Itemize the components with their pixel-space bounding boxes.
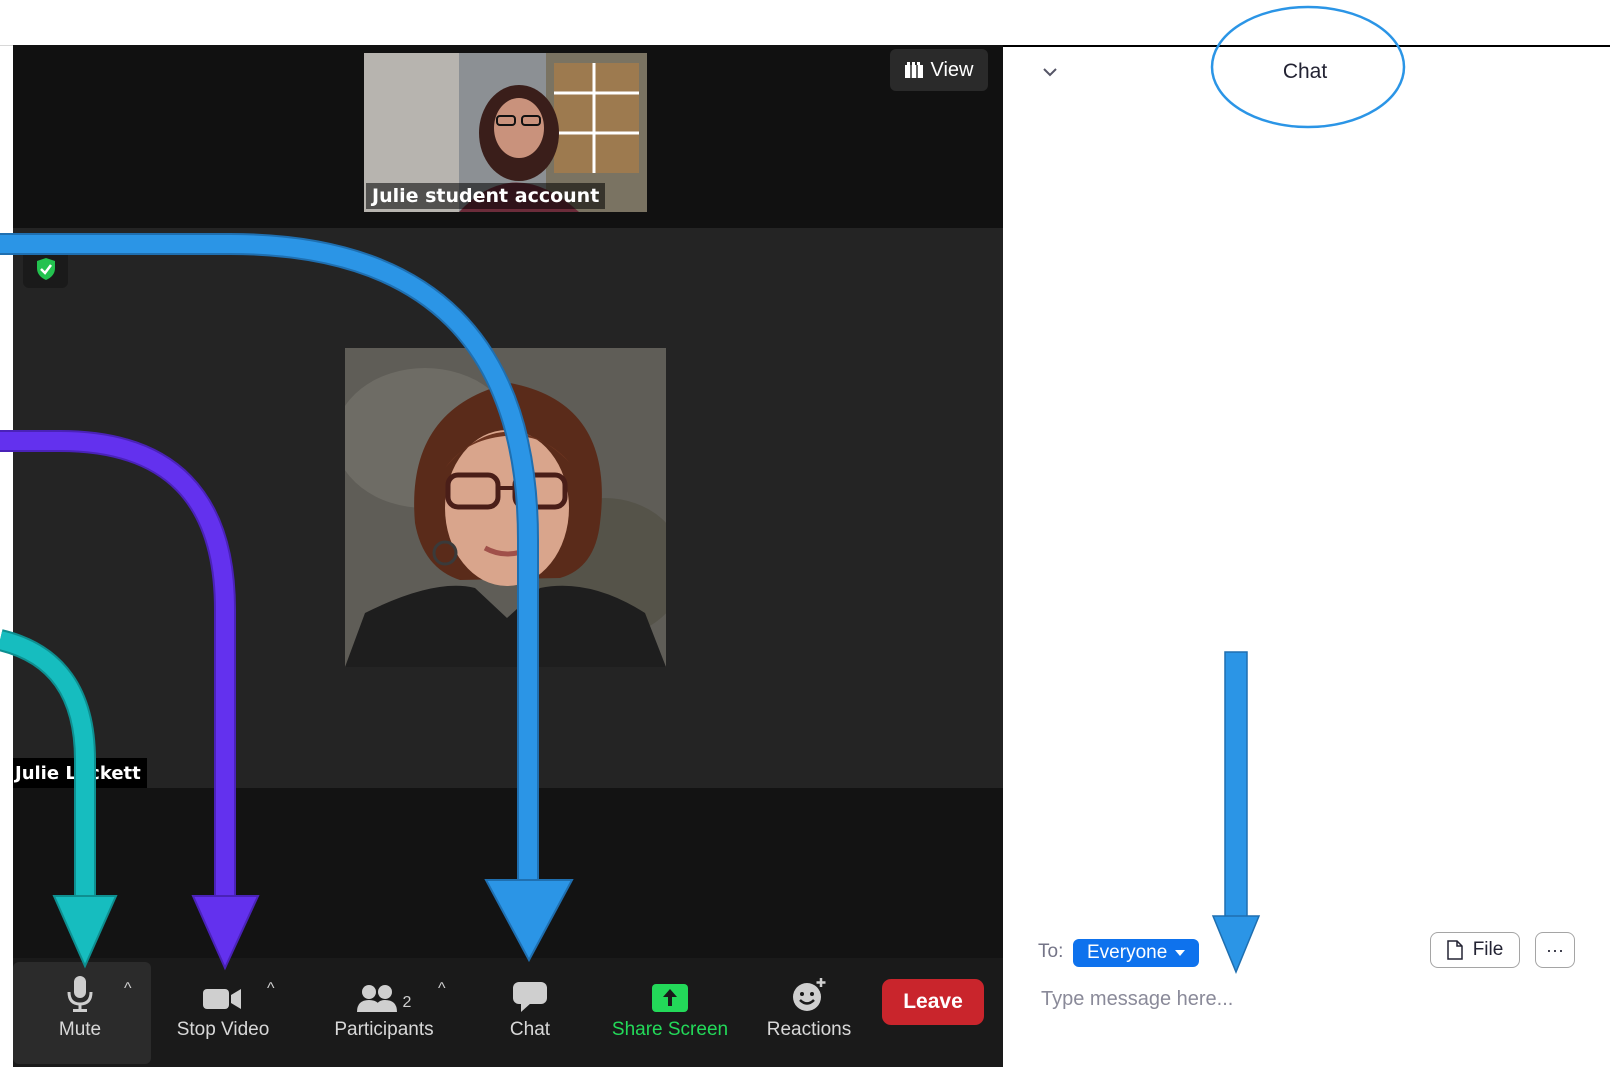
active-speaker-video[interactable]	[345, 348, 666, 667]
chevron-down-icon[interactable]	[1040, 60, 1060, 84]
share-screen-icon	[652, 984, 688, 1012]
reactions-button[interactable]: Reactions	[758, 962, 860, 1064]
leave-button[interactable]: Leave	[882, 979, 984, 1025]
mute-button[interactable]: Mute	[48, 962, 112, 1064]
leave-label: Leave	[903, 990, 963, 1013]
more-options-button[interactable]: ···	[1535, 932, 1575, 968]
to-label: To:	[1038, 941, 1064, 962]
share-screen-button[interactable]: Share Screen	[604, 962, 736, 1064]
file-button[interactable]: File	[1430, 932, 1520, 968]
recipient-dropdown[interactable]: Everyone	[1073, 939, 1200, 967]
encryption-badge[interactable]	[23, 250, 68, 288]
chat-bubble-icon	[513, 982, 547, 1012]
participants-button[interactable]: 2 Participants	[326, 962, 442, 1064]
file-icon	[1446, 940, 1463, 960]
video-bottom-band	[13, 788, 1003, 958]
reactions-label: Reactions	[766, 1019, 852, 1040]
chat-panel	[1003, 45, 1610, 1069]
speaker-name-label: Julie Lockett	[13, 758, 147, 788]
participants-options-chevron-icon[interactable]: ^	[438, 980, 446, 998]
chat-panel-title: Chat	[1282, 60, 1328, 83]
recipient-value: Everyone	[1087, 942, 1168, 963]
caret-down-icon	[1175, 950, 1186, 956]
mute-label: Mute	[58, 1019, 102, 1040]
microphone-icon	[67, 976, 93, 1012]
share-screen-label: Share Screen	[611, 1019, 729, 1040]
grid-icon	[904, 62, 923, 78]
participants-icon	[356, 985, 397, 1012]
speaker-photo	[345, 348, 666, 667]
chat-button[interactable]: Chat	[500, 962, 560, 1064]
participants-count: 2	[402, 994, 412, 1011]
left-window-edge	[0, 45, 13, 1068]
thumbnail-name-label: Julie student account	[366, 183, 606, 209]
stop-video-label: Stop Video	[176, 1019, 270, 1040]
chat-label: Chat	[509, 1019, 551, 1040]
view-button-label: View	[930, 58, 974, 81]
view-button[interactable]: View	[890, 49, 988, 91]
file-button-label: File	[1472, 939, 1504, 960]
video-options-chevron-icon[interactable]: ^	[267, 980, 275, 998]
participants-label: Participants	[334, 1019, 434, 1040]
audio-options-chevron-icon[interactable]: ^	[124, 980, 132, 998]
shield-check-icon	[36, 258, 55, 280]
stop-video-button[interactable]: Stop Video	[168, 962, 278, 1064]
reaction-smiley-icon	[793, 978, 826, 1011]
video-camera-icon	[203, 989, 241, 1009]
more-options-icon: ···	[1546, 939, 1564, 960]
chat-message-input[interactable]	[1038, 982, 1584, 1016]
